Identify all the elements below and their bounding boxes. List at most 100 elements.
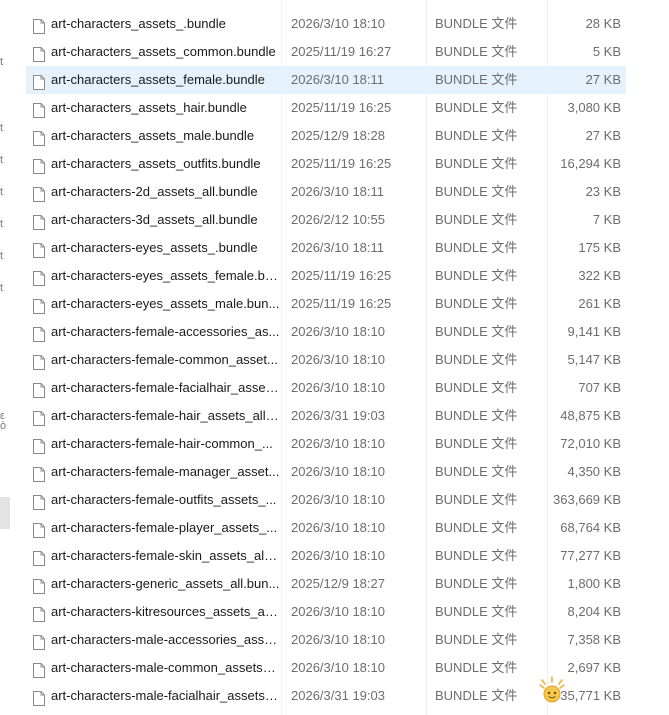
file-size: 48,875 KB — [560, 408, 621, 423]
file-modified-date: 2026/3/10 18:10 — [291, 660, 385, 675]
file-row[interactable]: art-characters-female-manager_asset... 20… — [26, 458, 626, 486]
file-name[interactable]: art-characters-female-facialhair_asset..… — [51, 374, 280, 402]
file-name[interactable]: art-characters_assets_female.bundle — [51, 66, 280, 94]
file-modified-date: 2026/2/12 10:55 — [291, 212, 385, 227]
file-size: 322 KB — [578, 268, 621, 283]
file-modified-date: 2025/12/9 18:28 — [291, 128, 385, 143]
file-size: 363,669 KB — [553, 492, 621, 507]
file-icon — [33, 604, 45, 622]
file-name[interactable]: art-characters-male-facialhair_assets_..… — [51, 682, 280, 710]
file-icon — [33, 408, 45, 426]
file-name[interactable]: art-characters-female-skin_assets_all...… — [51, 542, 280, 570]
nav-item-label: ò — [0, 420, 7, 432]
file-row[interactable]: art-characters-2d_assets_all.bundle 2026/… — [26, 178, 626, 206]
navigation-pane-edge[interactable]: t t t t t t t ε ò — [0, 0, 12, 715]
file-name[interactable]: art-characters-generic_assets_all.bun... — [51, 570, 280, 598]
file-icon — [33, 352, 45, 370]
file-icon — [33, 380, 45, 398]
nav-pin-icon: t — [0, 186, 4, 198]
overlay-badge-icon — [537, 676, 567, 706]
file-name[interactable]: art-characters-female-manager_asset... — [51, 458, 280, 486]
file-icon — [33, 72, 45, 90]
file-row[interactable]: art-characters_assets_.bundle 2026/3/10 1… — [26, 10, 626, 38]
file-size: 261 KB — [578, 296, 621, 311]
file-name[interactable]: art-characters-3d_assets_all.bundle — [51, 206, 280, 234]
file-row[interactable]: art-characters_assets_female.bundle 2026/… — [26, 66, 626, 94]
file-size: 68,764 KB — [560, 520, 621, 535]
file-row[interactable]: art-characters-female-skin_assets_all...… — [26, 542, 626, 570]
file-icon — [33, 436, 45, 454]
file-name[interactable]: art-characters-female-accessories_as... — [51, 318, 280, 346]
file-icon — [33, 44, 45, 62]
file-row[interactable]: art-characters-female-common_asset... 202… — [26, 346, 626, 374]
nav-scrollbar-thumb[interactable] — [0, 497, 10, 529]
file-name[interactable]: art-characters-female-outfits_assets_... — [51, 486, 280, 514]
file-size: 27 KB — [585, 72, 621, 87]
file-row[interactable]: art-characters-eyes_assets_female.bu... 2… — [26, 262, 626, 290]
file-name[interactable]: art-characters-male-common_assets_... — [51, 654, 280, 682]
file-icon — [33, 156, 45, 174]
file-icon — [33, 492, 45, 510]
nav-pin-icon: t — [0, 218, 4, 230]
file-modified-date: 2026/3/10 18:10 — [291, 464, 385, 479]
file-modified-date: 2026/3/10 18:10 — [291, 632, 385, 647]
file-name[interactable]: art-characters-female-hair-common_... — [51, 430, 280, 458]
file-row[interactable]: art-characters-3d_assets_all.bundle 2026/… — [26, 206, 626, 234]
file-name[interactable]: art-characters-female-player_assets_... — [51, 514, 280, 542]
file-name[interactable]: art-characters_assets_.bundle — [51, 10, 280, 38]
file-row[interactable]: art-characters-eyes_assets_male.bun... 20… — [26, 290, 626, 318]
file-modified-date: 2026/3/31 19:03 — [291, 688, 385, 703]
nav-pin-icon: t — [0, 56, 4, 68]
file-modified-date: 2025/12/9 18:27 — [291, 576, 385, 591]
file-name[interactable]: art-characters-female-hair_assets_all...… — [51, 402, 280, 430]
file-name[interactable]: art-characters-eyes_assets_female.bu... — [51, 262, 280, 290]
file-row[interactable]: art-characters_assets_common.bundle 2025/… — [26, 38, 626, 66]
file-row[interactable]: art-characters_assets_outfits.bundle 2025… — [26, 150, 626, 178]
file-explorer-view: t t t t t t t ε ò art-characters_assets_… — [0, 0, 669, 715]
file-name[interactable]: art-characters_assets_common.bundle — [51, 38, 280, 66]
file-size: 77,277 KB — [560, 548, 621, 563]
file-size: 4,350 KB — [567, 464, 622, 479]
file-name[interactable]: art-characters-female-common_asset... — [51, 346, 280, 374]
file-row[interactable]: art-characters-female-facialhair_asset..… — [26, 374, 626, 402]
file-modified-date: 2026/3/10 18:11 — [291, 72, 385, 87]
file-row[interactable]: art-characters-female-hair-common_... 202… — [26, 430, 626, 458]
file-modified-date: 2026/3/10 18:10 — [291, 352, 385, 367]
file-row[interactable]: art-characters-female-hair_assets_all...… — [26, 402, 626, 430]
file-size: 23 KB — [585, 184, 621, 199]
file-row[interactable]: art-characters_assets_hair.bundle 2025/11… — [26, 94, 626, 122]
file-modified-date: 2025/11/19 16:25 — [291, 156, 392, 171]
file-name[interactable]: art-characters-2d_assets_all.bundle — [51, 178, 280, 206]
file-name[interactable]: art-characters-kitresources_assets_all..… — [51, 598, 280, 626]
file-modified-date: 2026/3/10 18:10 — [291, 380, 385, 395]
file-icon — [33, 268, 45, 286]
file-row[interactable]: art-characters-female-player_assets_... 2… — [26, 514, 626, 542]
file-row[interactable]: art-characters-male-accessories_asse... 2… — [26, 626, 626, 654]
file-modified-date: 2026/3/10 18:10 — [291, 436, 385, 451]
file-size: 7,358 KB — [567, 632, 622, 647]
file-name[interactable]: art-characters_assets_male.bundle — [51, 122, 280, 150]
file-name[interactable]: art-characters-male-accessories_asse... — [51, 626, 280, 654]
file-name[interactable]: art-characters_assets_hair.bundle — [51, 94, 280, 122]
file-row[interactable]: art-characters_assets_male.bundle 2025/12… — [26, 122, 626, 150]
file-row[interactable]: art-characters-kitresources_assets_all..… — [26, 598, 626, 626]
file-modified-date: 2026/3/10 18:10 — [291, 604, 385, 619]
file-row[interactable]: art-characters-female-accessories_as... 2… — [26, 318, 626, 346]
file-modified-date: 2026/3/10 18:10 — [291, 548, 385, 563]
file-size: 5,147 KB — [567, 352, 622, 367]
file-row[interactable]: art-characters-male-facialhair_assets_..… — [26, 682, 626, 710]
file-row[interactable]: art-characters-eyes_assets_.bundle 2026/3… — [26, 234, 626, 262]
file-row[interactable]: art-characters-female-outfits_assets_...… — [26, 486, 626, 514]
file-icon — [33, 324, 45, 342]
file-name[interactable]: art-characters-eyes_assets_male.bun... — [51, 290, 280, 318]
file-modified-date: 2026/3/10 18:11 — [291, 240, 385, 255]
file-icon — [33, 184, 45, 202]
file-row[interactable]: art-characters-generic_assets_all.bun...… — [26, 570, 626, 598]
file-list: art-characters_assets_.bundle 2026/3/10 1… — [26, 10, 626, 710]
file-size: 27 KB — [585, 128, 621, 143]
file-row[interactable]: art-characters-male-common_assets_... 202… — [26, 654, 626, 682]
file-name[interactable]: art-characters_assets_outfits.bundle — [51, 150, 280, 178]
file-modified-date: 2026/3/10 18:10 — [291, 16, 385, 31]
file-icon — [33, 688, 45, 706]
file-name[interactable]: art-characters-eyes_assets_.bundle — [51, 234, 280, 262]
